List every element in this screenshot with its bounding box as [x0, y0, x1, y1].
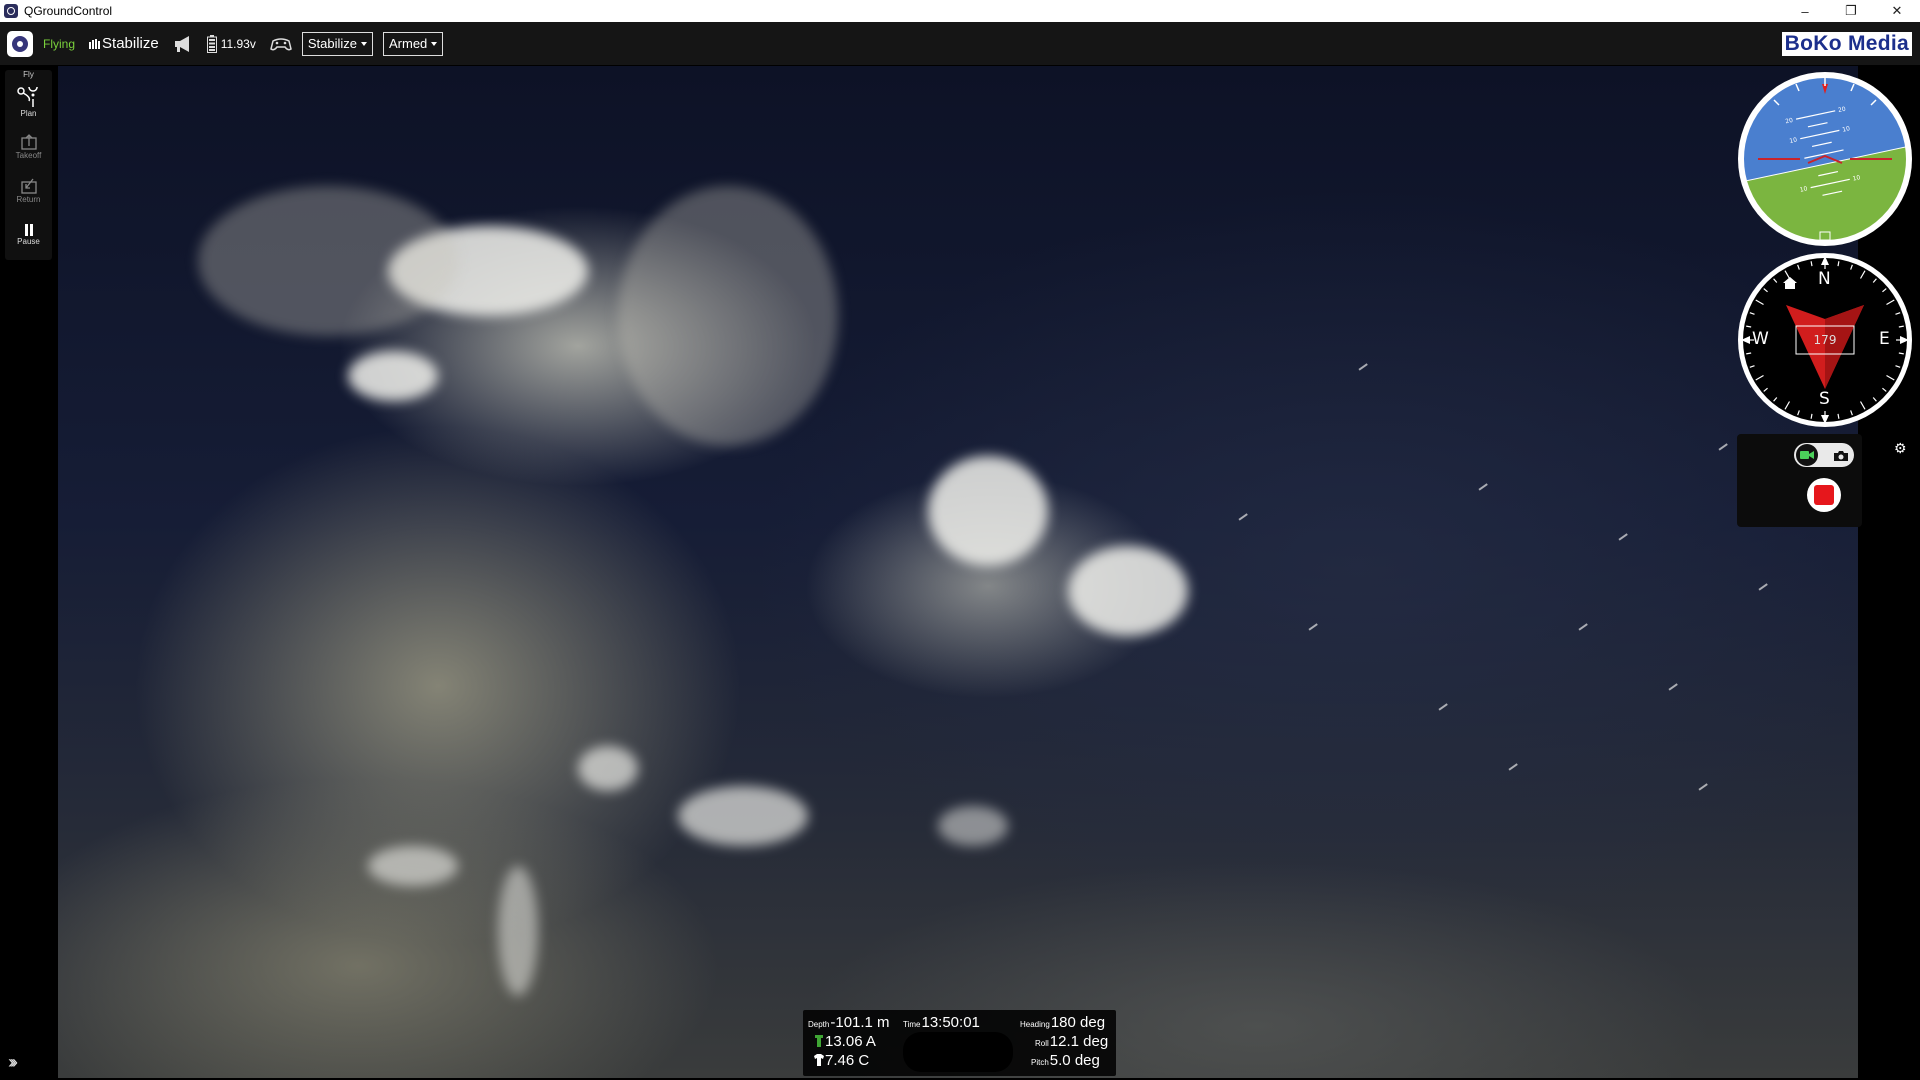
- compass-south-label: S: [1819, 389, 1830, 409]
- battery-voltage: 11.93v: [220, 36, 256, 51]
- toolstrip-takeoff-button[interactable]: Takeoff: [5, 124, 52, 168]
- expand-chevrons-icon[interactable]: ›››: [8, 1052, 18, 1073]
- flight-mode-label: Stabilize: [102, 35, 159, 52]
- toolstrip-plan-label: Plan: [20, 108, 37, 118]
- redacted-region: [903, 1032, 1013, 1072]
- flight-mode-indicator[interactable]: Stabilize: [89, 35, 159, 52]
- roll-readout: Roll12.1 deg: [1035, 1033, 1108, 1050]
- compass-east-label: E: [1879, 329, 1890, 349]
- heading-value: 180 deg: [1050, 1014, 1106, 1031]
- time-value: 13:50:01: [921, 1014, 980, 1031]
- temperature-readout: 7.46 C: [813, 1052, 869, 1069]
- chevron-down-icon: [361, 41, 367, 46]
- plan-route-icon: [16, 86, 38, 107]
- battery-indicator[interactable]: 11.93v: [206, 34, 256, 53]
- rc-bars-icon: [89, 38, 101, 49]
- chevron-down-icon: [431, 41, 438, 46]
- current-icon: [815, 1035, 823, 1047]
- time-readout: Time13:50:01: [903, 1014, 980, 1031]
- attitude-dial: 2020 1010 1010: [1742, 76, 1908, 242]
- close-button[interactable]: ✕: [1874, 0, 1920, 22]
- qgc-menu-button[interactable]: [7, 30, 33, 57]
- photo-camera-icon[interactable]: [1830, 444, 1852, 466]
- qgc-app-icon: [4, 4, 18, 18]
- video-camera-icon[interactable]: [1796, 444, 1818, 466]
- video-feed[interactable]: [58, 66, 1858, 1078]
- brand-logo: BoKo Media: [1781, 32, 1912, 56]
- flight-state-label: Flying: [43, 36, 76, 51]
- return-icon: [20, 178, 37, 194]
- toolstrip-pause-label: Pause: [17, 236, 40, 246]
- takeoff-icon: [20, 133, 37, 150]
- joystick-icon[interactable]: [270, 36, 292, 52]
- roll-label: Roll: [1035, 1039, 1049, 1048]
- roll-value: 12.1 deg: [1049, 1033, 1109, 1050]
- mode-dropdown[interactable]: Stabilize: [301, 31, 373, 56]
- minimize-button[interactable]: –: [1782, 0, 1828, 22]
- window-title-bar: QGroundControl – ❐ ✕: [0, 0, 1920, 22]
- pitch-readout: Pitch5.0 deg: [1031, 1052, 1100, 1069]
- current-readout: 13.06 A: [813, 1033, 876, 1050]
- megaphone-icon[interactable]: [173, 35, 193, 53]
- battery-icon: [206, 34, 217, 53]
- qgc-logo-icon: [12, 35, 28, 52]
- heading-readout: Heading180 deg: [1020, 1014, 1105, 1031]
- attitude-indicator: 20 20 10 10 10 10: [1738, 72, 1912, 246]
- toolstrip-pause-button[interactable]: Pause: [5, 212, 52, 256]
- camera-mode-toggle[interactable]: [1794, 443, 1854, 467]
- stop-record-icon: [1814, 485, 1834, 505]
- compass-west-label: W: [1752, 329, 1769, 349]
- pitch-label: Pitch: [1031, 1058, 1049, 1067]
- toolstrip-plan-button[interactable]: Plan: [5, 80, 52, 124]
- gear-icon[interactable]: ⚙: [1894, 440, 1907, 457]
- toolstrip-return-button[interactable]: Return: [5, 168, 52, 212]
- compass-north-label: N: [1818, 269, 1831, 289]
- telemetry-overlay: Depth-101.1 m Time13:50:01 Heading180 de…: [803, 1010, 1116, 1076]
- restore-button[interactable]: ❐: [1828, 0, 1874, 22]
- compass-gauge: N E S W 179: [1738, 253, 1912, 427]
- toolstrip-return-label: Return: [16, 194, 41, 204]
- fly-toolstrip: Fly Plan Takeoff Return Pause: [5, 70, 52, 260]
- mode-dropdown-value: Stabilize: [307, 36, 357, 51]
- toolstrip-takeoff-label: Takeoff: [15, 150, 42, 160]
- current-value: 13.06 A: [825, 1033, 876, 1050]
- depth-label: Depth: [808, 1020, 830, 1029]
- toolstrip-header: Fly: [23, 70, 34, 79]
- heading-label: Heading: [1020, 1020, 1050, 1029]
- camera-control-panel: [1737, 434, 1862, 527]
- temperature-icon: [814, 1054, 824, 1066]
- record-button[interactable]: [1807, 478, 1841, 512]
- depth-readout: Depth-101.1 m: [808, 1014, 890, 1031]
- temperature-value: 7.46 C: [825, 1052, 870, 1069]
- pause-icon: [24, 223, 33, 236]
- main-toolbar: Flying Stabilize 11.93v Stabilize Armed: [0, 22, 1920, 65]
- pitch-value: 5.0 deg: [1049, 1052, 1100, 1069]
- arm-dropdown-value: Armed: [389, 36, 428, 51]
- time-label: Time: [903, 1020, 921, 1029]
- depth-value: -101.1 m: [830, 1014, 890, 1031]
- window-title: QGroundControl: [24, 4, 113, 18]
- compass-heading-readout: 179: [1813, 333, 1837, 347]
- arm-dropdown[interactable]: Armed: [383, 31, 444, 56]
